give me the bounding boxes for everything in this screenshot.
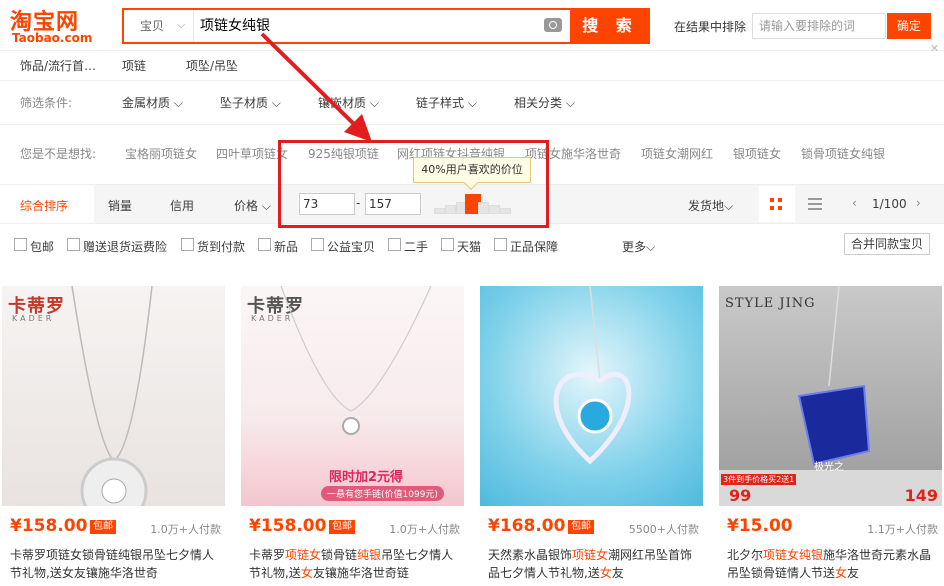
- breadcrumb-category[interactable]: 饰品/流行首…: [20, 57, 96, 74]
- list-view-icon[interactable]: [808, 198, 822, 210]
- checkbox-genuine[interactable]: 正品保障: [494, 238, 558, 254]
- exclude-confirm-button[interactable]: 确定: [887, 13, 931, 39]
- more-filters[interactable]: 更多⌵: [622, 238, 655, 255]
- promo-center-text: 极光之: [814, 462, 844, 473]
- checkbox-charity[interactable]: 公益宝贝: [311, 238, 375, 254]
- search-button[interactable]: 搜 索: [570, 8, 650, 44]
- title-text: 天然素水晶银饰: [488, 548, 573, 562]
- camera-icon[interactable]: [544, 18, 562, 32]
- sort-credit[interactable]: 信用: [170, 197, 194, 214]
- divider: [0, 50, 944, 51]
- free-shipping-badge: 包邮: [329, 520, 355, 534]
- promo-text: 限时加2元得: [329, 470, 404, 485]
- promo-price-left: 99: [729, 486, 752, 505]
- filter-related[interactable]: 相关分类 ⌵: [514, 94, 575, 111]
- product-image[interactable]: 卡蒂罗 KADER: [2, 286, 225, 506]
- checkbox-free-shipping[interactable]: 包邮: [14, 238, 54, 254]
- breadcrumb-item[interactable]: 项链: [122, 57, 146, 74]
- product-price: ¥168.00: [488, 516, 566, 536]
- divider: [0, 124, 944, 125]
- product-price: ¥15.00: [727, 516, 793, 536]
- promo-price-right: 149: [904, 486, 938, 505]
- exclude-input[interactable]: 请输入要排除的词: [752, 13, 886, 39]
- necklace-illustration: [71, 286, 153, 506]
- checkbox-cod[interactable]: 货到付款: [181, 238, 245, 254]
- promo-top-label: 3件到手价格买2送1: [721, 474, 797, 485]
- free-shipping-badge: 包邮: [90, 520, 116, 534]
- divider: [0, 80, 944, 81]
- title-keyword: 女: [599, 566, 612, 580]
- suggest-item[interactable]: 项链女潮网红: [641, 145, 713, 162]
- product-card[interactable]: ¥168.00 包邮 5500+人付款 天然素水晶银饰项链女潮网红吊坠首饰品七夕…: [480, 286, 703, 586]
- product-title[interactable]: 卡蒂罗项链女锁骨链纯银吊坠七夕情人节礼物,送女友镶施华洛世奇: [10, 546, 220, 582]
- product-image[interactable]: STYLE JING 3件到手价格买2送1 99 极光之 149: [719, 286, 942, 506]
- title-text: 卡蒂罗项链女锁骨链纯银吊坠七夕情人节礼物,送女友镶施华洛世奇: [10, 548, 215, 580]
- location-filter[interactable]: 发货地⌵: [688, 197, 733, 214]
- title-keyword: 项链女: [572, 548, 609, 562]
- chevron-down-icon: ⌵: [177, 20, 185, 31]
- title-keyword: 女: [300, 566, 313, 580]
- sort-default[interactable]: 综合排序: [20, 197, 68, 214]
- filter-metal[interactable]: 金属材质 ⌵: [122, 94, 183, 111]
- product-price: ¥158.00: [10, 516, 88, 536]
- grid-view-icon[interactable]: [759, 186, 795, 222]
- product-card[interactable]: STYLE JING 3件到手价格买2送1 99 极光之 149 ¥15.00 …: [719, 286, 942, 586]
- product-card[interactable]: 卡蒂罗 KADER 限时加2元得 一悬有您手链(价值1099元) ¥158.00…: [241, 286, 464, 586]
- promo-subtext: 一悬有您手链(价值1099元): [321, 486, 444, 501]
- suggest-item[interactable]: 宝格丽项链女: [125, 145, 197, 162]
- sort-sales[interactable]: 销量: [108, 197, 132, 214]
- suggest-item[interactable]: 银项链女: [733, 145, 781, 162]
- merge-same-button[interactable]: 合并同款宝贝: [844, 233, 930, 255]
- product-price: ¥158.00: [249, 516, 327, 536]
- necklace-illustration: [553, 286, 632, 465]
- product-sold-count: 1.0万+人付款: [150, 523, 221, 536]
- suggest-item[interactable]: 锁骨项链女纯银: [801, 145, 885, 162]
- product-title[interactable]: 天然素水晶银饰项链女潮网红吊坠首饰品七夕情人节礼物,送女友: [488, 546, 698, 582]
- product-sold-count: 1.0万+人付款: [389, 523, 460, 536]
- annotation-arrow: [260, 32, 372, 142]
- title-keyword: 纯银: [357, 548, 382, 562]
- next-page-icon[interactable]: ›: [916, 196, 921, 210]
- suggest-label: 您是不是想找:: [20, 147, 97, 161]
- product-sold-count: 1.1万+人付款: [867, 523, 938, 536]
- title-text: 北夕尔: [727, 548, 764, 562]
- filter-chain[interactable]: 链子样式 ⌵: [416, 94, 477, 111]
- exclude-label: 在结果中排除: [674, 20, 747, 34]
- taobao-logo-subtitle[interactable]: Taobao.com: [12, 31, 92, 45]
- search-category-select[interactable]: 宝贝 ⌵: [124, 10, 194, 42]
- title-text: 友: [847, 566, 860, 580]
- prev-page-icon[interactable]: ‹: [852, 196, 857, 210]
- breadcrumb-item[interactable]: 项坠/吊坠: [186, 57, 238, 74]
- checkbox-tmall[interactable]: 天猫: [441, 238, 481, 254]
- product-card[interactable]: 卡蒂罗 KADER ¥158.00 包邮 1.0万+人付款 卡蒂罗项链女锁骨链纯…: [2, 286, 225, 586]
- free-shipping-badge: 包邮: [568, 520, 594, 534]
- checkbox-secondhand[interactable]: 二手: [388, 238, 428, 254]
- title-keyword: 项链女: [285, 548, 322, 562]
- annotation-highlight-box: [278, 140, 549, 228]
- checkbox-return-insurance[interactable]: 赠送退货运费险: [67, 238, 167, 254]
- title-text: 友: [611, 566, 624, 580]
- title-text: 卡蒂罗: [249, 548, 286, 562]
- close-icon[interactable]: ✕: [930, 42, 939, 55]
- pager: 1/100: [872, 197, 907, 211]
- title-text: 锁骨链: [321, 548, 358, 562]
- search-category-label: 宝贝: [140, 19, 165, 33]
- checkbox-new[interactable]: 新品: [258, 238, 298, 254]
- product-title[interactable]: 北夕尔项链女纯银施华洛世奇元素水晶吊坠锁骨链情人节送女友: [727, 546, 937, 582]
- product-image[interactable]: 卡蒂罗 KADER 限时加2元得 一悬有您手链(价值1099元): [241, 286, 464, 506]
- title-text: 友镶施华洛世奇链: [312, 566, 409, 580]
- product-title[interactable]: 卡蒂罗项链女锁骨链纯银吊坠七夕情人节礼物,送女友镶施华洛世奇链: [249, 546, 459, 582]
- product-sold-count: 5500+人付款: [628, 523, 699, 536]
- title-keyword: 项链女纯银: [763, 548, 824, 562]
- filter-label: 筛选条件:: [20, 96, 73, 110]
- title-keyword: 女: [835, 566, 848, 580]
- product-image[interactable]: [480, 286, 703, 506]
- sort-price[interactable]: 价格 ⌵: [234, 197, 271, 214]
